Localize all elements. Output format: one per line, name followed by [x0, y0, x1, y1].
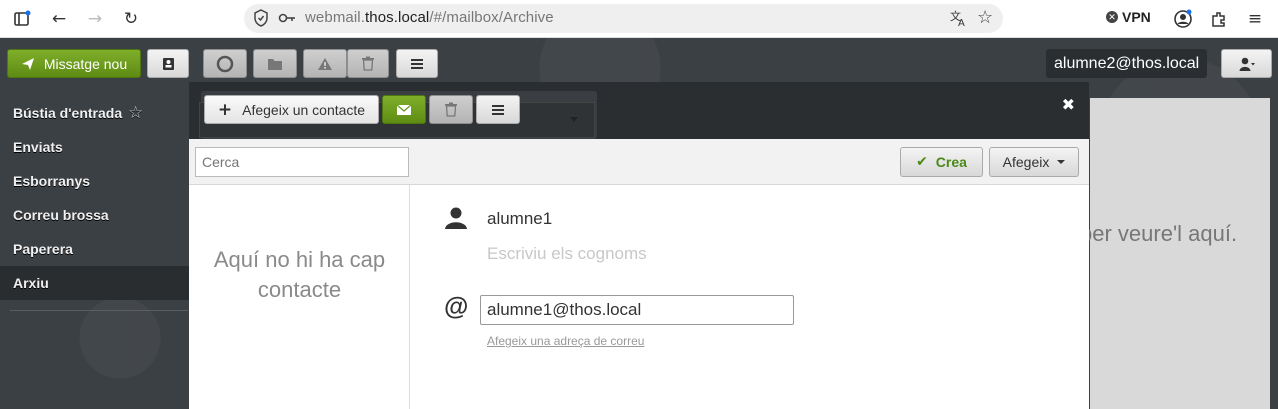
vpn-off-icon: ✕: [1106, 11, 1118, 23]
trash-icon: [445, 102, 457, 117]
person-icon: [445, 207, 467, 229]
folder-archive[interactable]: Arxiu: [0, 266, 189, 300]
star-icon[interactable]: ☆: [128, 96, 143, 130]
webmail-app: Missatge nou alumne2@thos.local Bústia d…: [0, 38, 1278, 409]
shield-icon[interactable]: [251, 8, 271, 28]
caret-down-icon: [1057, 160, 1066, 164]
folder-icon: [268, 58, 282, 70]
contacts-button[interactable]: [147, 49, 189, 78]
browser-toolbar: ← → ↻ webmail.thos.local/#/mailbox/Archi…: [0, 0, 1278, 38]
vpn-indicator[interactable]: ✕ VPN: [1106, 9, 1151, 25]
add-field-dropdown[interactable]: Afegeix: [989, 147, 1079, 177]
bookmark-star-icon[interactable]: ☆: [977, 7, 993, 28]
back-icon[interactable]: ←: [47, 7, 71, 31]
hamburger-icon: [492, 104, 504, 115]
surname-field[interactable]: Escriviu els cognoms: [487, 244, 647, 264]
contacts-book-icon: [163, 57, 174, 70]
compose-button[interactable]: Missatge nou: [7, 49, 141, 78]
trash-icon: [362, 56, 374, 71]
sidebar-toggle-icon[interactable]: [10, 7, 34, 31]
warning-icon: [318, 57, 332, 70]
folder-sent[interactable]: Enviats: [0, 130, 189, 164]
contacts-more-button[interactable]: [476, 95, 520, 124]
create-button[interactable]: ✔ Crea: [900, 147, 983, 177]
contact-name[interactable]: alumne1: [487, 209, 552, 229]
url-text[interactable]: webmail.thos.local/#/mailbox/Archive: [305, 9, 554, 26]
delete-button[interactable]: [347, 49, 389, 78]
plus-icon: +: [217, 99, 233, 120]
folder-trash[interactable]: Paperera: [0, 232, 189, 266]
user-icon: [1239, 57, 1255, 71]
move-folder-button[interactable]: [253, 49, 297, 78]
message-pane-text: ber veure'l aquí.: [1080, 221, 1238, 246]
svg-text:A: A: [958, 18, 965, 28]
check-icon: ✔: [916, 154, 928, 170]
key-icon[interactable]: [277, 8, 297, 28]
message-preview-pane: ber veure'l aquí.: [1080, 98, 1270, 409]
paper-plane-icon: [21, 57, 34, 70]
account-icon[interactable]: [1171, 7, 1195, 31]
dropdown-caret-icon: [570, 117, 578, 122]
add-contact-button[interactable]: + Afegeix un contacte: [204, 95, 379, 124]
contacts-modal: + Afegeix un contacte ✖ ✔ Crea Afegeix: [189, 82, 1089, 409]
folder-list: Bústia d'entrada ☆ Enviats Esborranys Co…: [0, 96, 189, 311]
address-bar[interactable]: webmail.thos.local/#/mailbox/Archive 文A …: [244, 4, 1003, 33]
add-email-link[interactable]: Afegeix una adreça de correu: [487, 334, 644, 348]
forward-icon[interactable]: →: [83, 7, 107, 31]
empty-list-message: Aquí no hi ha cap contacte: [213, 247, 386, 302]
close-icon[interactable]: ✖: [1062, 95, 1075, 114]
modal-header: + Afegeix un contacte ✖: [189, 82, 1089, 139]
email-at-icon: @: [444, 293, 469, 321]
folder-inbox[interactable]: Bústia d'entrada ☆: [0, 96, 189, 130]
contact-list: Aquí no hi ha cap contacte: [189, 185, 410, 409]
reload-icon[interactable]: ↻: [119, 7, 143, 31]
delete-contact-button[interactable]: [429, 95, 473, 124]
extensions-icon[interactable]: [1207, 7, 1231, 31]
refresh-button[interactable]: [203, 49, 247, 78]
spam-button[interactable]: [303, 49, 347, 78]
envelope-icon: [396, 104, 412, 115]
send-email-button[interactable]: [382, 95, 426, 124]
more-menu-button[interactable]: [396, 49, 438, 78]
folder-drafts[interactable]: Esborranys: [0, 164, 189, 198]
user-email-label: alumne2@thos.local: [1046, 49, 1208, 78]
user-menu-button[interactable]: [1221, 49, 1272, 78]
spinner-icon: [216, 55, 234, 72]
menu-icon[interactable]: ≡: [1243, 7, 1267, 31]
translate-icon[interactable]: 文A: [949, 8, 969, 29]
email-field[interactable]: [480, 295, 794, 325]
folder-spam[interactable]: Correu brossa: [0, 198, 189, 232]
sidebar-divider: [10, 310, 188, 311]
contact-detail: alumne1 Escriviu els cognoms @ Afegeix u…: [410, 185, 1089, 409]
contacts-search-input[interactable]: [195, 147, 409, 177]
hamburger-icon: [411, 58, 423, 69]
contacts-search-bar: ✔ Crea Afegeix: [189, 139, 1089, 185]
